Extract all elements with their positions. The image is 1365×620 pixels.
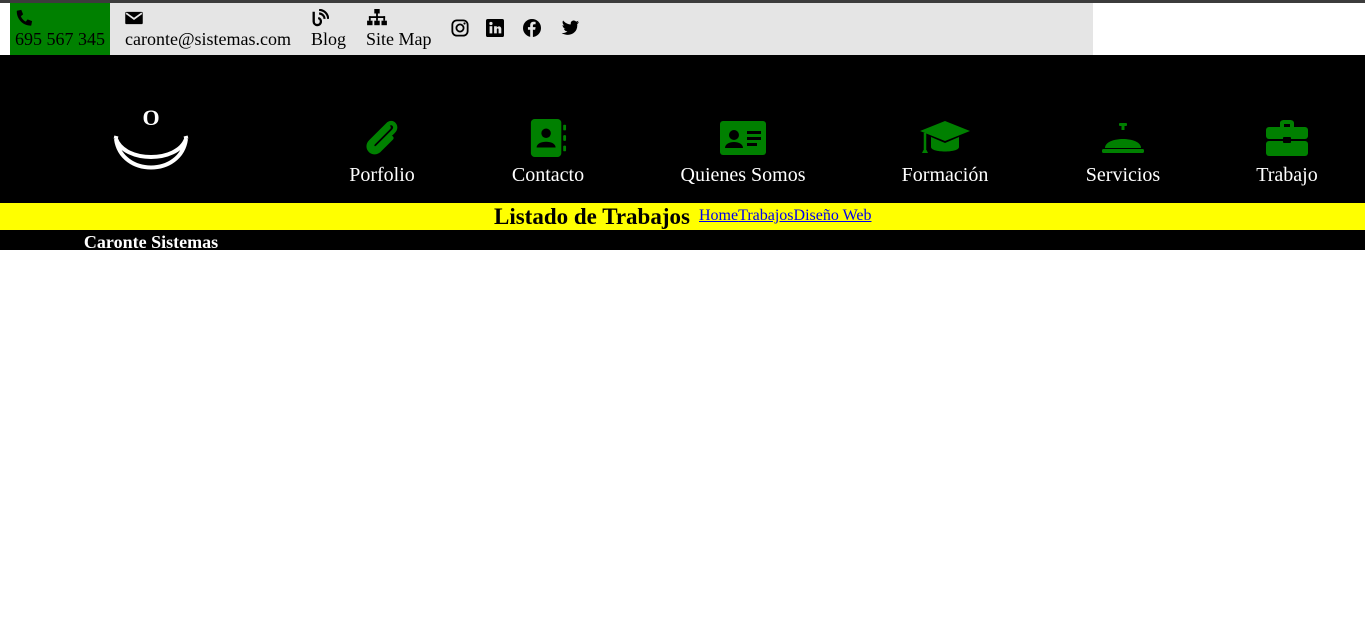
nav-servicios[interactable]: Servicios <box>1079 119 1167 189</box>
twitter-icon[interactable] <box>561 19 579 37</box>
address-book-icon <box>530 119 567 157</box>
nav-porfolio[interactable]: Porfolio <box>336 119 428 189</box>
breadcrumb-diseno-web[interactable]: Diseño Web <box>794 207 872 224</box>
concierge-bell-icon <box>1102 123 1144 153</box>
blog-icon <box>311 8 331 27</box>
nav-quienes-somos[interactable]: Quienes Somos <box>673 119 813 189</box>
nav-trabajo[interactable]: Trabajo <box>1250 119 1324 189</box>
breadcrumb-home[interactable]: Home <box>699 207 738 224</box>
nav-formacion[interactable]: Formación <box>894 119 996 189</box>
instagram-icon[interactable] <box>451 19 469 37</box>
phone-icon <box>15 9 35 27</box>
phone-number: 695 567 345 <box>15 29 105 49</box>
sitemap-link[interactable]: Site Map <box>361 3 441 55</box>
facebook-icon[interactable] <box>523 19 541 37</box>
logo-letter: O <box>142 105 159 130</box>
email-address: caronte@sistemas.com <box>125 29 292 49</box>
blog-label: Blog <box>311 29 347 49</box>
nav-contacto[interactable]: Contacto <box>505 119 591 189</box>
email-link[interactable]: caronte@sistemas.com <box>120 3 300 55</box>
briefcase-icon <box>1266 120 1308 156</box>
blog-link[interactable]: Blog <box>306 3 356 55</box>
paperclip-icon <box>366 120 398 155</box>
sitemap-icon <box>366 9 387 27</box>
page-title-bar: Listado de Trabajos HomeTrabajosDiseño W… <box>0 203 1365 230</box>
phone-link[interactable]: 695 567 345 <box>10 3 110 55</box>
envelope-icon <box>125 9 145 27</box>
brand-name: Caronte Sistemas <box>83 232 219 252</box>
sitemap-label: Site Map <box>366 29 432 49</box>
id-card-icon <box>720 121 766 155</box>
breadcrumb-trabajos[interactable]: Trabajos <box>738 207 793 224</box>
linkedin-icon[interactable] <box>486 19 504 37</box>
page-title: Listado de Trabajos <box>494 204 690 229</box>
smile-logo-icon: O <box>113 105 189 170</box>
graduation-cap-icon <box>920 121 970 153</box>
breadcrumb: HomeTrabajosDiseño Web <box>699 207 872 225</box>
site-logo[interactable]: O Caronte Sistemas <box>80 105 222 252</box>
contact-bar: 695 567 345 caronte@sistemas.com Blog Si… <box>10 3 1093 55</box>
